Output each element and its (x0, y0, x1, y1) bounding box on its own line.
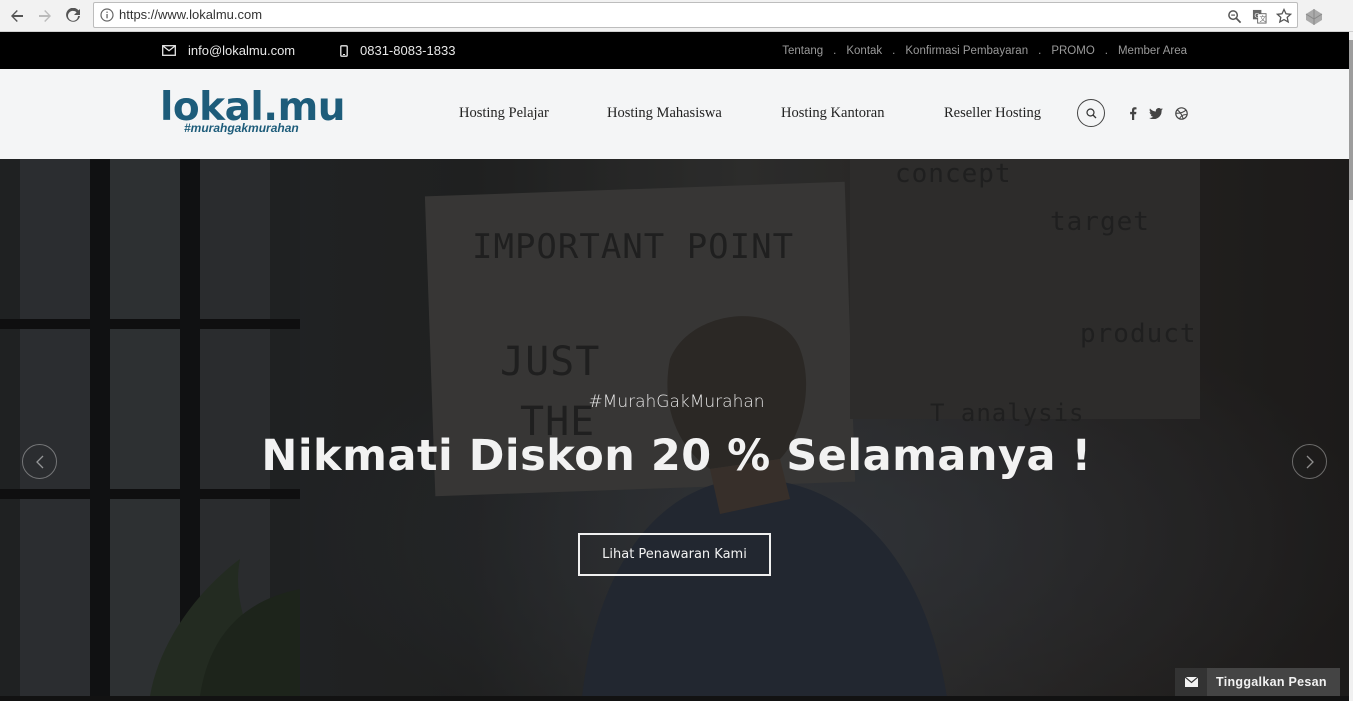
reload-icon[interactable] (63, 6, 83, 26)
url-text[interactable]: https://www.lokalmu.com (119, 7, 262, 22)
browser-toolbar: https://www.lokalmu.com G文 (0, 0, 1353, 32)
twitter-icon[interactable] (1149, 106, 1163, 120)
email-text[interactable]: info@lokalmu.com (188, 43, 295, 58)
zoom-icon[interactable] (1226, 8, 1242, 24)
envelope-icon (1175, 668, 1207, 696)
dribbble-icon[interactable] (1174, 106, 1188, 120)
top-link-konfirmasi[interactable]: Konfirmasi Pembayaran (905, 45, 1028, 57)
nav-hosting-mahasiswa[interactable]: Hosting Mahasiswa (607, 105, 722, 122)
site-logo[interactable]: lokal.mu #murahgakmurahan (160, 87, 346, 139)
top-link-tentang[interactable]: Tentang (782, 45, 823, 57)
nav-reseller-hosting[interactable]: Reseller Hosting (944, 105, 1041, 122)
info-icon[interactable] (100, 8, 114, 22)
scrollbar-thumb[interactable] (1349, 40, 1353, 200)
link-separator: . (833, 44, 837, 57)
address-bar[interactable]: https://www.lokalmu.com G文 (93, 2, 1298, 28)
star-icon[interactable] (1276, 8, 1292, 24)
top-link-kontak[interactable]: Kontak (846, 45, 882, 57)
nav-hosting-kantoran[interactable]: Hosting Kantoran (781, 105, 885, 122)
search-button[interactable] (1077, 99, 1105, 127)
logo-tagline: #murahgakmurahan (184, 121, 299, 135)
svg-text:文: 文 (1259, 14, 1266, 23)
search-icon (1085, 107, 1096, 118)
top-contact-bar: info@lokalmu.com 0831-8083-1833 Tentang … (0, 32, 1353, 69)
link-separator: . (1104, 44, 1108, 57)
facebook-icon[interactable] (1126, 106, 1140, 120)
hero-slider: IMPORTANT POINT JUST THE concept target … (0, 159, 1353, 696)
hero-tagline: #MurahGakMurahan (588, 392, 765, 412)
link-separator: . (892, 44, 896, 57)
site-header: lokal.mu #murahgakmurahan Hosting Pelaja… (0, 69, 1353, 159)
phone-contact[interactable]: 0831-8083-1833 (340, 32, 455, 69)
top-link-promo[interactable]: PROMO (1051, 45, 1094, 57)
extension-icon[interactable] (1303, 6, 1325, 26)
top-link-member-area[interactable]: Member Area (1118, 45, 1187, 57)
leave-message-label[interactable]: Tinggalkan Pesan (1216, 675, 1327, 689)
mobile-phone-icon (340, 44, 348, 57)
back-icon[interactable] (7, 6, 27, 26)
email-contact[interactable]: info@lokalmu.com (162, 32, 295, 69)
translate-icon[interactable]: G文 (1251, 8, 1267, 24)
leave-message-widget[interactable]: Tinggalkan Pesan (1175, 668, 1340, 696)
envelope-icon (162, 45, 176, 56)
nav-hosting-pelajar[interactable]: Hosting Pelajar (459, 105, 549, 122)
hero-title: Nikmati Diskon 20 % Selamanya ! (261, 431, 1092, 481)
top-links: Tentang . Kontak . Konfirmasi Pembayaran… (782, 32, 1187, 69)
view-offers-button[interactable]: Lihat Penawaran Kami (578, 533, 771, 576)
forward-icon[interactable] (35, 6, 55, 26)
page-bottom-edge (0, 696, 1353, 701)
phone-text[interactable]: 0831-8083-1833 (360, 43, 455, 58)
link-separator: . (1038, 44, 1042, 57)
hero-dark-overlay (0, 159, 1353, 696)
